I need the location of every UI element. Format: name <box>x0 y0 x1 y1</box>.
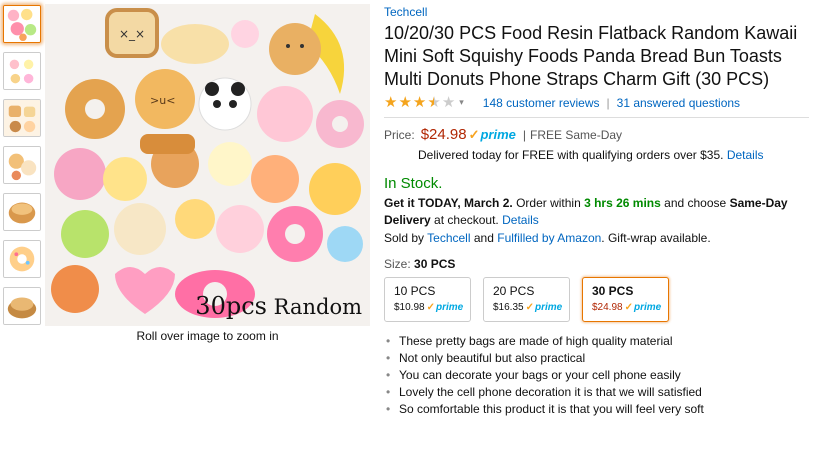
prime-badge: ✓ prime <box>526 302 563 313</box>
prime-badge: ✓ prime <box>469 127 516 143</box>
thumbnail-strip <box>3 5 43 334</box>
order-within-text: Order within <box>516 196 581 210</box>
size-option-name: 20 PCS <box>493 284 535 298</box>
price-label: Price: <box>384 127 415 142</box>
prime-badge: ✓ prime <box>625 302 662 313</box>
fulfilled-by-amazon-link[interactable]: Fulfilled by Amazon <box>497 231 601 245</box>
at-checkout-text: at checkout. <box>434 213 499 227</box>
free-same-day-label: FREE Same-Day <box>530 127 623 142</box>
delivery-details-link[interactable]: Details <box>727 148 764 162</box>
price-value: $24.98 <box>420 126 467 143</box>
size-option-30-pcs[interactable]: 30 PCS $24.98 ✓ prime <box>582 277 669 322</box>
prime-text: prime <box>480 127 516 142</box>
svg-text:>u<: >u< <box>150 94 175 107</box>
thumbnail-4[interactable] <box>3 146 41 184</box>
empty-star-icon: ★ <box>441 94 456 111</box>
size-option-price-row: $16.35 ✓ prime <box>493 302 563 313</box>
chevron-down-icon[interactable]: ▾ <box>459 97 464 108</box>
size-option-name: 10 PCS <box>394 284 436 298</box>
and-text: and <box>473 231 494 245</box>
separator: | <box>606 95 610 110</box>
size-option-name: 30 PCS <box>592 284 634 298</box>
feature-bullet: Lovely the cell phone decoration it is t… <box>384 384 809 401</box>
same-day-text: Same-Day <box>729 196 788 210</box>
prime-text: prime <box>633 302 662 313</box>
size-options: 10 PCS $10.98 ✓ prime 20 PCS $16.35 ✓ prim… <box>384 277 809 322</box>
size-option-price: $16.35 <box>493 302 524 313</box>
prime-check-icon: ✓ <box>468 126 480 142</box>
size-option-price: $24.98 <box>592 302 623 313</box>
zoom-hint: Roll over image to zoom in <box>136 329 279 343</box>
thumbnail-2[interactable] <box>3 52 41 90</box>
main-product-image[interactable]: ×_× >u< 30pcs Random <box>45 4 370 326</box>
caption-count: 30pcs <box>195 292 267 320</box>
thumbnail-7[interactable] <box>3 287 41 325</box>
product-info: Techcell 10/20/30 PCS Food Resin Flatbac… <box>384 4 809 418</box>
delivery-note-text: Delivered today for FREE with qualifying… <box>418 148 724 162</box>
feature-bullet: These pretty bags are made of high quali… <box>384 333 809 350</box>
seller-link[interactable]: Techcell <box>427 231 470 245</box>
product-title: 10/20/30 PCS Food Resin Flatback Random … <box>384 23 798 89</box>
thumbnail-5[interactable] <box>3 193 41 231</box>
get-it-today: Get it TODAY, March 2. <box>384 196 513 210</box>
thumbnail-1[interactable] <box>3 5 41 43</box>
answered-questions-link[interactable]: 31 answered questions <box>617 96 740 110</box>
delivery-text: Delivery <box>384 213 431 227</box>
thumbnail-6[interactable] <box>3 240 41 278</box>
sold-by-line: Sold by Techcell and Fulfilled by Amazon… <box>384 231 809 245</box>
caption-word: Random <box>273 295 362 319</box>
squishy-collage-illustration: ×_× >u< <box>45 4 370 326</box>
star-rating[interactable]: ★ ★ ★ ★ ★ <box>384 95 455 110</box>
feature-bullets: These pretty bags are made of high quali… <box>384 333 809 418</box>
prime-check-icon: ✓ <box>624 302 633 313</box>
star-icon: ★ <box>384 94 398 111</box>
svg-text:×_×: ×_× <box>119 27 145 41</box>
size-option-price-row: $24.98 ✓ prime <box>592 302 662 313</box>
sold-by-label: Sold by <box>384 231 425 245</box>
prime-check-icon: ✓ <box>525 302 534 313</box>
customer-reviews-link[interactable]: 148 customer reviews <box>483 96 600 110</box>
star-icon: ★ <box>398 94 412 111</box>
brand-link[interactable]: Techcell <box>384 5 427 19</box>
feature-bullet: You can decorate your bags or your cell … <box>384 367 809 384</box>
shipping-details-link[interactable]: Details <box>502 213 539 227</box>
price-row: Price: $24.98 ✓ prime | FREE Same-Day <box>384 126 809 143</box>
main-image-caption: 30pcs Random <box>195 292 362 320</box>
thumbnail-3[interactable] <box>3 99 41 137</box>
gift-wrap-text: . Gift-wrap available. <box>601 231 711 245</box>
half-star-icon: ★ <box>427 94 441 111</box>
shipping-message: Get it TODAY, March 2. Order within 3 hr… <box>384 195 809 229</box>
stock-status: In Stock. <box>384 175 443 192</box>
prime-text: prime <box>534 302 563 313</box>
countdown-time: 3 hrs 26 mins <box>584 196 661 210</box>
size-selected-value: 30 PCS <box>414 257 456 271</box>
and-choose-text: and choose <box>664 196 727 210</box>
size-option-10-pcs[interactable]: 10 PCS $10.98 ✓ prime <box>384 277 471 322</box>
size-label-text: Size: <box>384 257 411 271</box>
feature-bullet: So comfortable this product it is that y… <box>384 401 809 418</box>
size-option-price-row: $10.98 ✓ prime <box>394 302 464 313</box>
star-icon: ★ <box>412 94 427 111</box>
feature-bullet: Not only beautiful but also practical <box>384 350 809 367</box>
delivery-note: Delivered today for FREE with qualifying… <box>418 148 809 162</box>
prime-text: prime <box>435 302 464 313</box>
prime-badge: ✓ prime <box>427 302 464 313</box>
size-label: Size: 30 PCS <box>384 257 809 271</box>
size-option-price: $10.98 <box>394 302 425 313</box>
price-separator: | <box>522 127 527 142</box>
prime-check-icon: ✓ <box>426 302 435 313</box>
rating-row: ★ ★ ★ ★ ★ ▾ 148 customer reviews | 31 an… <box>384 95 809 118</box>
size-option-20-pcs[interactable]: 20 PCS $16.35 ✓ prime <box>483 277 570 322</box>
